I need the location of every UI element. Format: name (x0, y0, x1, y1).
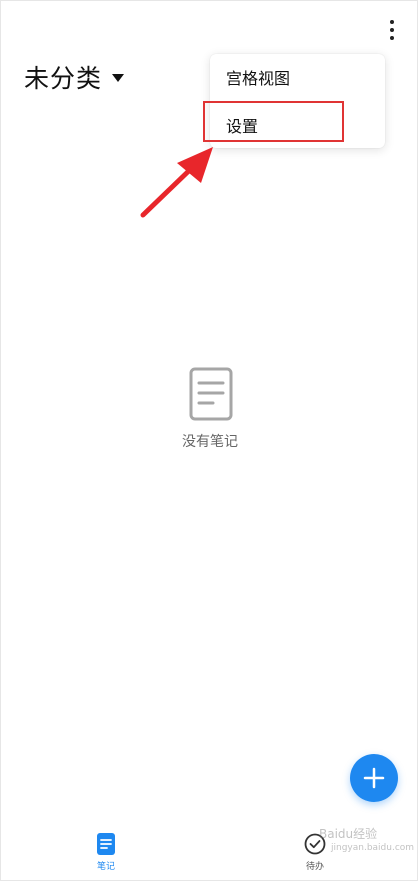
more-dot (390, 28, 394, 32)
category-title: 未分类 (24, 64, 103, 93)
category-dropdown[interactable]: 未分类 (24, 59, 125, 95)
red-arrow-annotation (140, 147, 213, 218)
document-icon (189, 367, 233, 421)
more-options-button[interactable] (379, 17, 405, 43)
caret-down-icon (112, 74, 125, 82)
menu-item-grid-view[interactable]: 宫格视图 (210, 56, 385, 98)
notes-screen: 未分类 宫格视图 设置 没有笔记 笔记 待办 Baidu经验 jingyan.b… (0, 0, 418, 881)
tab-todo[interactable]: 待办 (285, 833, 345, 872)
note-icon (97, 833, 115, 855)
add-note-button[interactable] (350, 754, 398, 802)
check-circle-icon (304, 833, 326, 855)
more-dot (390, 36, 394, 40)
tab-todo-label: 待办 (305, 862, 324, 872)
menu-item-settings[interactable]: 设置 (210, 104, 385, 146)
more-vertical-icon (390, 20, 394, 24)
plus-icon (363, 767, 385, 789)
overflow-menu: 宫格视图 设置 (210, 54, 385, 148)
empty-state-text: 没有笔记 (182, 434, 238, 450)
tab-notes[interactable]: 笔记 (76, 833, 136, 872)
tab-notes-label: 笔记 (96, 862, 115, 872)
